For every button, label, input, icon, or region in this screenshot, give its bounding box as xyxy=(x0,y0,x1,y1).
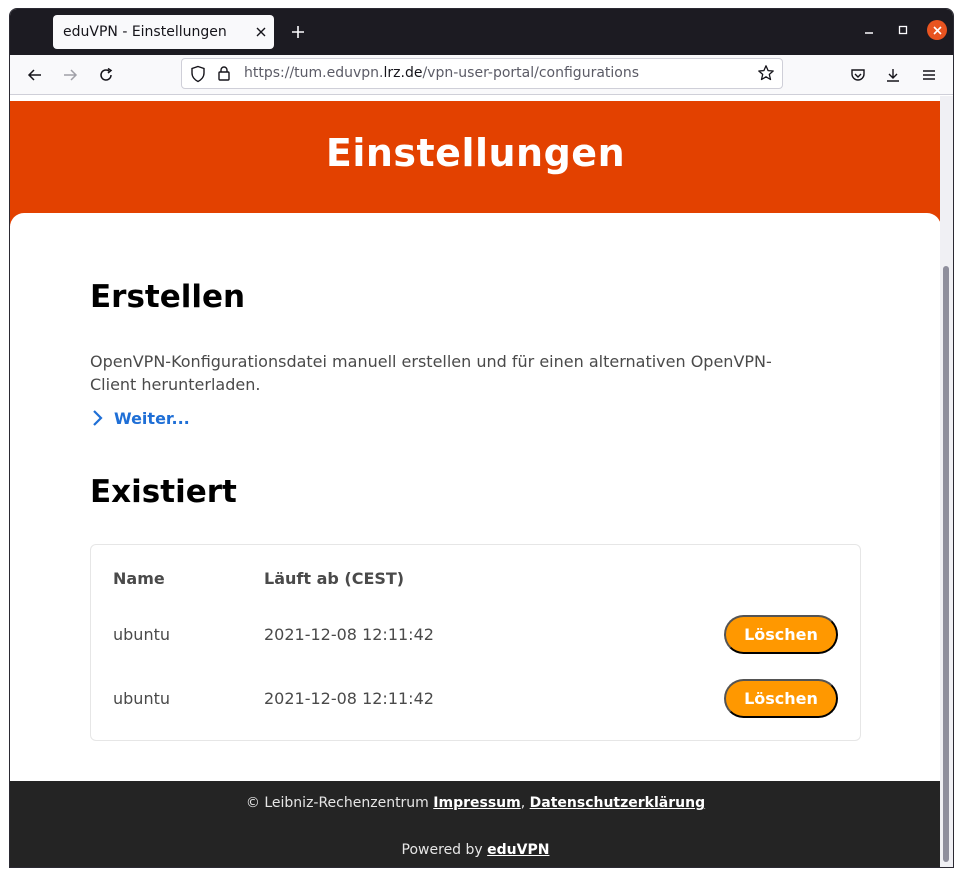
row-name: ubuntu xyxy=(113,625,170,644)
page-title: Einstellungen xyxy=(325,131,626,175)
page-header: Einstellungen xyxy=(10,101,941,226)
row-expires: 2021-12-08 12:11:42 xyxy=(264,689,434,708)
column-header-name: Name xyxy=(113,569,165,588)
chevron-right-icon xyxy=(90,408,106,428)
url-text: https://tum.eduvpn.lrz.de/vpn-user-porta… xyxy=(244,65,639,81)
minimize-icon[interactable] xyxy=(859,20,879,40)
table-row: ubuntu 2021-12-08 12:11:42 Löschen xyxy=(91,615,860,655)
content-card xyxy=(10,213,941,253)
page-footer: © Leibniz-Rechenzentrum Impressum, Daten… xyxy=(10,781,941,867)
url-path: /vpn-user-portal/configurations xyxy=(422,65,640,81)
browser-window: eduVPN - Einstellungen https://tum.eduvp… xyxy=(9,8,954,868)
create-description: OpenVPN-Konfigurationsdatei manuell erst… xyxy=(90,352,772,394)
eduvpn-link[interactable]: eduVPN xyxy=(487,842,549,858)
close-tab-icon[interactable] xyxy=(252,23,270,41)
url-prefix: https://tum.eduvpn. xyxy=(244,65,384,81)
tab-active[interactable]: eduVPN - Einstellungen xyxy=(53,15,274,49)
maximize-icon[interactable] xyxy=(893,20,913,40)
url-domain: lrz.de xyxy=(383,65,423,81)
window-controls xyxy=(859,20,947,40)
row-expires: 2021-12-08 12:11:42 xyxy=(264,625,434,644)
scrollbar-thumb[interactable] xyxy=(943,266,949,862)
footer-powered: Powered by eduVPN xyxy=(10,842,941,858)
hamburger-menu-icon[interactable] xyxy=(916,62,942,88)
table-row: ubuntu 2021-12-08 12:11:42 Löschen xyxy=(91,679,860,719)
pocket-icon[interactable] xyxy=(845,62,871,88)
configurations-table: Name Läuft ab (CEST) ubuntu 2021-12-08 1… xyxy=(90,544,861,741)
plus-icon[interactable] xyxy=(287,21,309,43)
reload-icon[interactable] xyxy=(93,62,119,88)
more-link[interactable]: Weiter... xyxy=(90,408,190,428)
delete-button[interactable]: Löschen xyxy=(724,679,838,718)
column-header-expires: Läuft ab (CEST) xyxy=(264,569,405,588)
footer-copyright: © Leibniz-Rechenzentrum xyxy=(245,795,429,811)
footer-links: © Leibniz-Rechenzentrum Impressum, Daten… xyxy=(10,795,941,811)
row-name: ubuntu xyxy=(113,689,170,708)
url-bar[interactable]: https://tum.eduvpn.lrz.de/vpn-user-porta… xyxy=(181,58,783,89)
tab-title: eduVPN - Einstellungen xyxy=(63,24,227,40)
footer-separator: , xyxy=(520,795,526,811)
powered-by-text: Powered by xyxy=(401,842,483,858)
lock-icon[interactable] xyxy=(217,65,231,86)
privacy-link[interactable]: Datenschutzerklärung xyxy=(530,795,705,811)
arrow-left-icon[interactable] xyxy=(22,62,48,88)
impressum-link[interactable]: Impressum xyxy=(433,795,520,811)
star-icon[interactable] xyxy=(757,64,775,86)
navigation-toolbar: https://tum.eduvpn.lrz.de/vpn-user-porta… xyxy=(10,55,953,95)
arrow-right-icon[interactable] xyxy=(57,62,83,88)
more-link-label: Weiter... xyxy=(114,408,190,428)
shield-icon[interactable] xyxy=(190,65,206,87)
page-content: Einstellungen Erstellen OpenVPN-Konfigur… xyxy=(10,96,941,867)
download-icon[interactable] xyxy=(880,62,906,88)
tab-strip: eduVPN - Einstellungen xyxy=(10,9,953,55)
delete-button[interactable]: Löschen xyxy=(724,615,838,654)
scrollbar[interactable] xyxy=(940,96,953,867)
existing-heading: Existiert xyxy=(90,474,237,510)
create-heading: Erstellen xyxy=(90,279,246,315)
window-close-icon[interactable] xyxy=(927,20,947,40)
